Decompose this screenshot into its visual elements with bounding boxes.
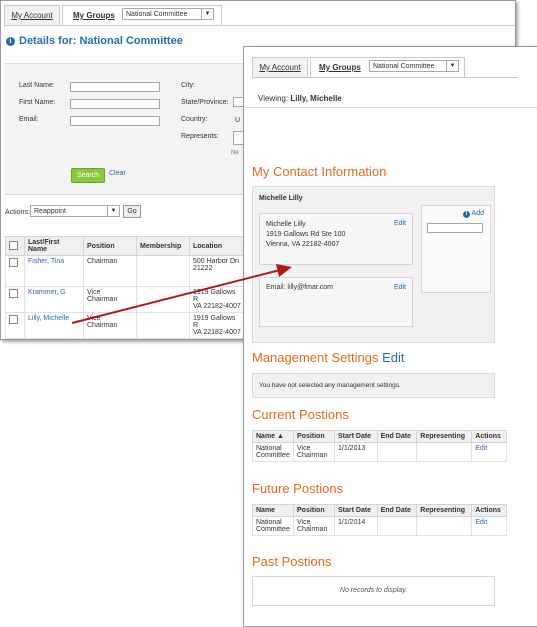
callout-arrow-line bbox=[71, 269, 281, 324]
callout-arrow-icon bbox=[71, 264, 292, 324]
callout-arrow-head bbox=[276, 264, 292, 277]
